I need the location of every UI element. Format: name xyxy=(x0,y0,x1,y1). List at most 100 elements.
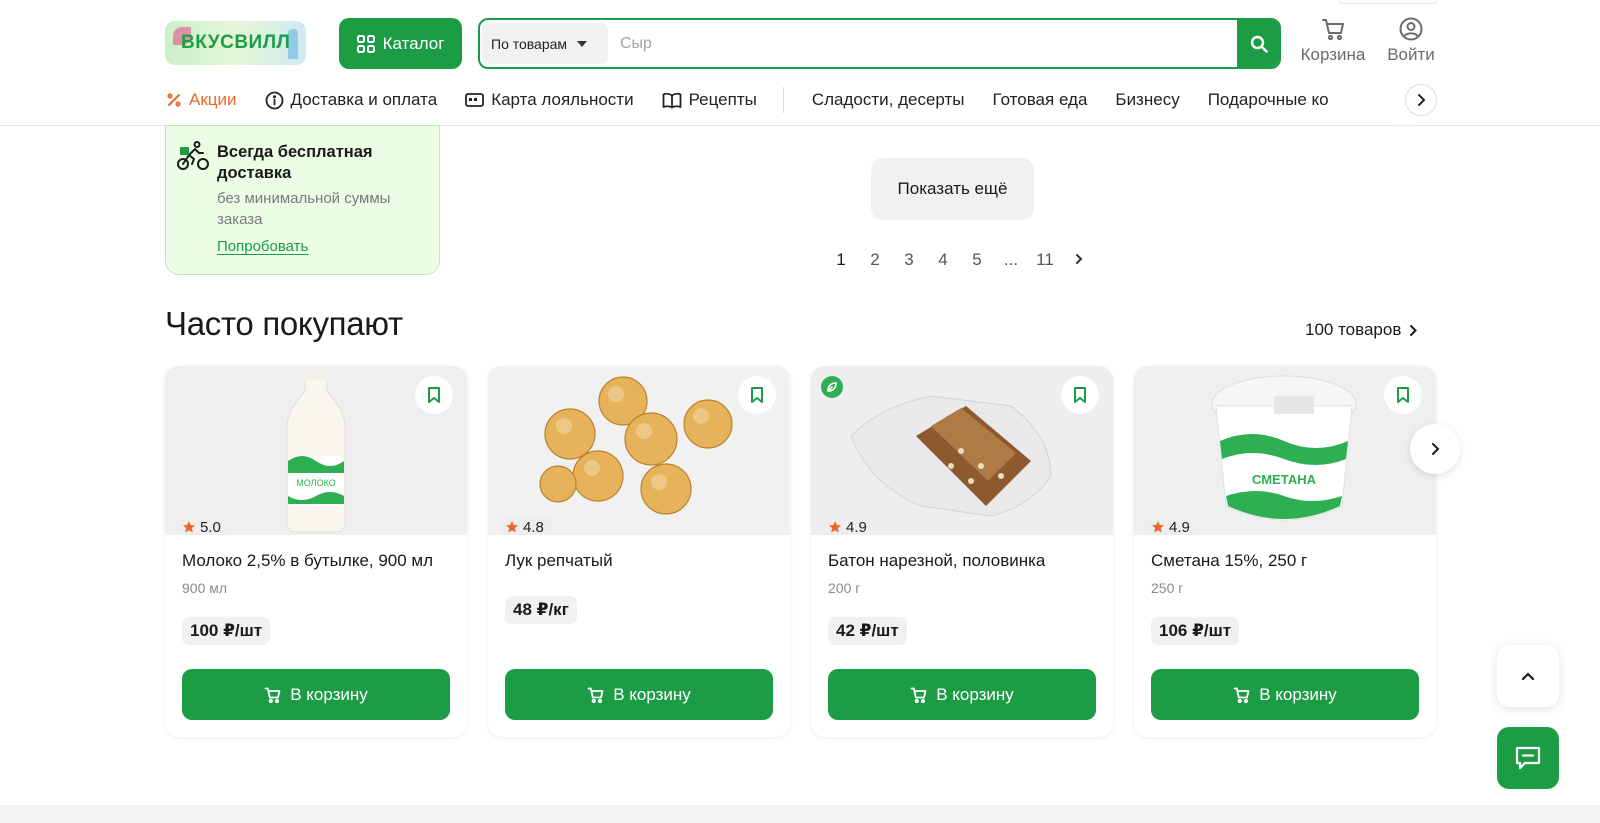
nav-item-recipes[interactable]: Рецепты xyxy=(662,90,757,110)
section-title: Часто покупают xyxy=(165,305,403,342)
courier-bike-icon xyxy=(177,141,209,170)
search-scope-label: По товарам xyxy=(491,35,568,52)
chevron-right-icon xyxy=(1417,94,1425,106)
nav-category-ready-food[interactable]: Готовая еда xyxy=(993,90,1088,110)
cart-icon xyxy=(1233,687,1250,703)
nav-item-promo-label: Акции xyxy=(189,90,237,109)
page-number[interactable]: 5 xyxy=(960,250,994,270)
product-card[interactable]: 4.9 Батон нарезной, половинка 200 г 42 ₽… xyxy=(811,366,1113,737)
search-scope-select[interactable]: По товарам xyxy=(482,23,608,64)
product-card[interactable]: 4.8 Лук репчатый 48 ₽/кг В корзину xyxy=(488,366,790,737)
add-to-cart-button[interactable]: В корзину xyxy=(828,669,1096,720)
page-number[interactable]: 3 xyxy=(892,250,926,270)
section-all-products-link[interactable]: 100 товаров xyxy=(1305,320,1418,340)
free-delivery-banner: Всегда бесплатная доставка без минимальн… xyxy=(165,125,440,275)
nav-category-label: Бизнесу xyxy=(1115,90,1180,109)
cart-icon xyxy=(587,687,604,703)
product-name[interactable]: Молоко 2,5% в бутылке, 900 мл xyxy=(182,551,452,571)
nav-item-loyalty[interactable]: Карта лояльности xyxy=(465,90,634,110)
rating-value: 4.8 xyxy=(523,518,544,536)
search-submit-button[interactable] xyxy=(1237,20,1279,67)
bookmark-icon xyxy=(1074,387,1086,403)
svg-text:МОЛОКО: МОЛОКО xyxy=(296,478,335,488)
product-image-sour-cream[interactable]: СМЕТАНА 4.9 xyxy=(1134,366,1436,535)
section-count-label: 100 товаров xyxy=(1305,320,1402,339)
login-button[interactable]: Войти xyxy=(1374,16,1448,72)
product-card[interactable]: МОЛОКО 5.0 Молоко 2,5% в бутылке, 900 мл… xyxy=(165,366,467,737)
next-page-button[interactable] xyxy=(1062,250,1096,270)
star-icon xyxy=(1152,521,1164,533)
add-to-cart-label: В корзину xyxy=(936,684,1014,704)
product-name[interactable]: Лук репчатый xyxy=(505,551,775,571)
product-image-onion[interactable]: 4.8 xyxy=(488,366,790,535)
cart-icon xyxy=(910,687,927,703)
nav-category-gifts[interactable]: Подарочные ко xyxy=(1208,90,1329,110)
nav-item-promo[interactable]: Акции xyxy=(166,90,237,110)
search-input[interactable] xyxy=(620,28,1210,59)
svg-text:СМЕТАНА: СМЕТАНА xyxy=(1252,472,1317,487)
product-price: 100 ₽/шт xyxy=(182,617,271,645)
percent-icon xyxy=(167,93,181,107)
support-chat-button[interactable] xyxy=(1497,727,1559,789)
grid-icon xyxy=(356,34,375,53)
show-more-button[interactable]: Показать ещё xyxy=(871,158,1034,220)
login-label: Войти xyxy=(1387,45,1435,64)
chevron-right-icon xyxy=(1431,443,1439,455)
add-to-cart-button[interactable]: В корзину xyxy=(1151,669,1419,720)
bookmark-button[interactable] xyxy=(1061,376,1099,414)
page-number-current[interactable]: 1 xyxy=(824,250,858,270)
star-icon xyxy=(829,521,841,533)
page-number[interactable]: 11 xyxy=(1028,250,1062,270)
product-name[interactable]: Батон нарезной, половинка xyxy=(828,551,1098,571)
star-icon xyxy=(506,521,518,533)
logo[interactable]: ВКУСВИЛЛ xyxy=(165,21,306,65)
footer-edge xyxy=(0,805,1600,823)
cart-button[interactable]: Корзина xyxy=(1296,16,1370,72)
product-image-milk[interactable]: МОЛОКО 5.0 xyxy=(165,366,467,535)
nav-category-sweets[interactable]: Сладости, десерты xyxy=(812,90,965,110)
rating-value: 4.9 xyxy=(846,518,867,536)
catalog-button[interactable]: Каталог xyxy=(339,18,462,69)
nav-category-label: Подарочные ко xyxy=(1207,90,1329,109)
page-number[interactable]: 2 xyxy=(858,250,892,270)
star-icon xyxy=(183,521,195,533)
banner-try-link[interactable]: Попробовать xyxy=(217,238,308,255)
chat-icon xyxy=(1515,746,1541,770)
book-icon xyxy=(662,92,681,108)
nav-item-delivery[interactable]: Доставка и оплата xyxy=(265,90,438,110)
user-icon xyxy=(1399,17,1423,41)
add-to-cart-label: В корзину xyxy=(613,684,691,704)
add-to-cart-button[interactable]: В корзину xyxy=(182,669,450,720)
bookmark-button[interactable] xyxy=(415,376,453,414)
product-card[interactable]: СМЕТАНА 4.9 Сметана 15%, 250 г 250 г 106… xyxy=(1134,366,1436,737)
page-number[interactable]: 4 xyxy=(926,250,960,270)
add-to-cart-label: В корзину xyxy=(290,684,368,704)
add-to-cart-button[interactable]: В корзину xyxy=(505,669,773,720)
scroll-to-top-button[interactable] xyxy=(1497,645,1559,707)
bookmark-button[interactable] xyxy=(738,376,776,414)
search-bar: По товарам xyxy=(478,18,1281,69)
product-rating: 5.0 xyxy=(176,516,229,535)
nav-divider xyxy=(782,87,784,113)
product-rating: 4.8 xyxy=(499,516,552,535)
nav-scroll-right-button[interactable] xyxy=(1405,84,1437,116)
banner-subtitle: без минимальной суммы заказа xyxy=(217,190,391,228)
product-image-bread[interactable]: 4.9 xyxy=(811,366,1113,535)
eco-leaf-icon xyxy=(821,376,843,398)
search-icon xyxy=(1250,35,1268,53)
bookmark-icon xyxy=(751,387,763,403)
product-rating: 4.9 xyxy=(1145,516,1198,535)
product-weight: 200 г xyxy=(828,580,861,596)
banner-title: Всегда бесплатная доставка xyxy=(217,143,373,182)
product-name[interactable]: Сметана 15%, 250 г xyxy=(1151,551,1421,571)
top-edge-button[interactable] xyxy=(1338,0,1438,4)
nav-category-business[interactable]: Бизнесу xyxy=(1115,90,1179,110)
pagination: 1 2 3 4 5 ... 11 xyxy=(824,248,1096,272)
carousel-next-button[interactable] xyxy=(1410,424,1460,474)
nav-category-label: Сладости, десерты xyxy=(811,90,965,109)
bookmark-button[interactable] xyxy=(1384,376,1422,414)
product-price: 42 ₽/шт xyxy=(828,617,907,645)
nav-item-recipes-label: Рецепты xyxy=(688,90,757,109)
nav-item-delivery-label: Доставка и оплата xyxy=(290,90,438,109)
product-weight: 900 мл xyxy=(182,580,228,596)
